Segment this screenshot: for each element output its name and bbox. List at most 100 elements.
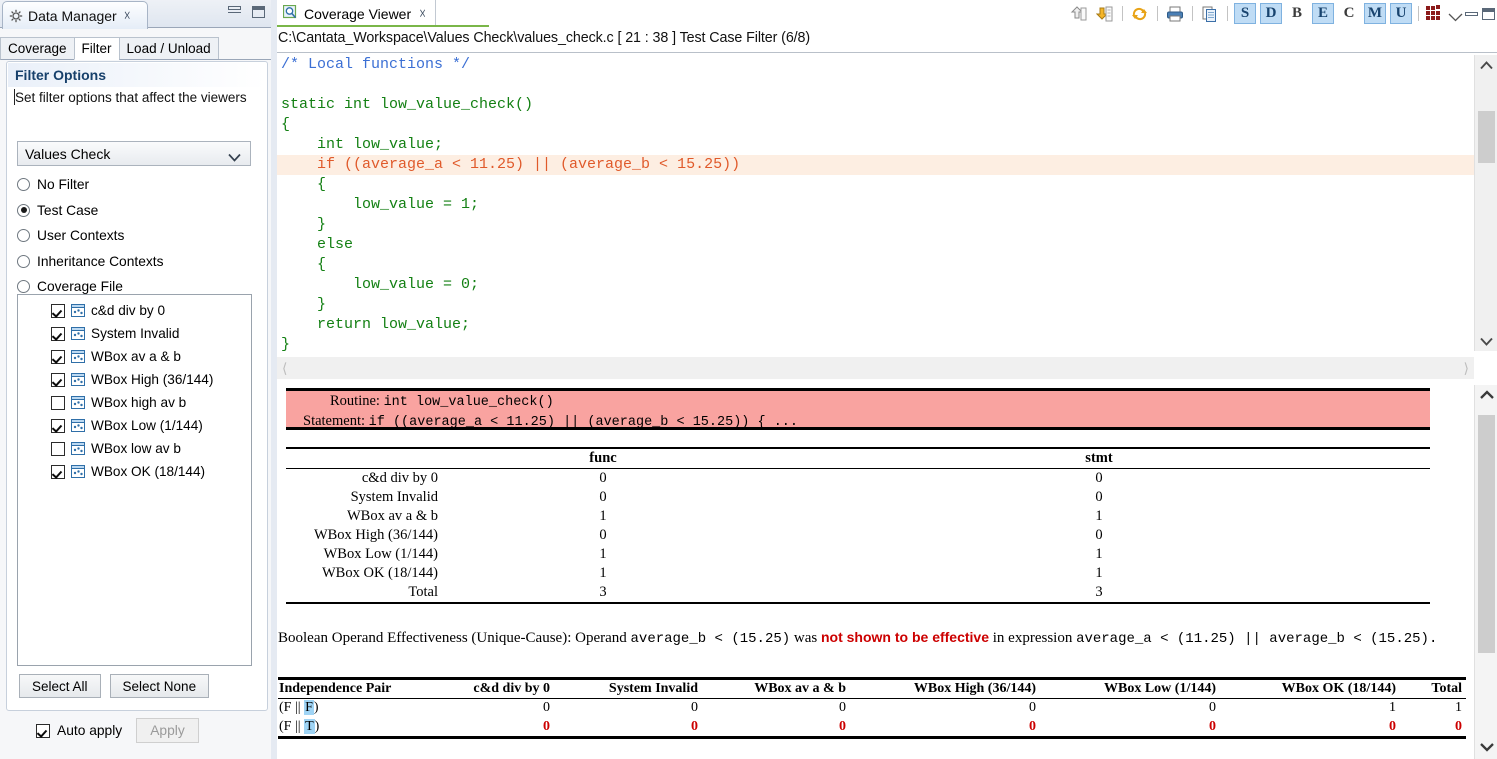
auto-apply-checkbox[interactable] — [36, 723, 50, 738]
coverage-summary-table: func stmt c&d div by 0 0 0 System Invali… — [286, 447, 1430, 604]
header-wbox-high: WBox High (36/144) — [864, 677, 1054, 699]
radio-indicator — [17, 229, 30, 243]
code-vertical-scrollbar[interactable] — [1474, 55, 1497, 351]
scroll-up-arrow[interactable] — [1475, 55, 1497, 75]
minimize-button[interactable] — [228, 6, 241, 13]
cell-value: 0 — [428, 717, 568, 739]
subtab-load-unload[interactable]: Load / Unload — [118, 37, 219, 60]
list-item[interactable]: WBox high av b — [18, 391, 251, 414]
tab-active-underline — [277, 25, 489, 27]
scroll-right-arrow[interactable]: ⟩ — [1464, 360, 1469, 377]
checkbox[interactable] — [51, 418, 65, 433]
subtab-filter[interactable]: Filter — [73, 37, 120, 60]
coverage-viewer-panel: Coverage Viewer ☓ S D B E C M U C:\Canta… — [277, 0, 1497, 759]
radio-no-filter[interactable]: No Filter — [17, 172, 164, 198]
toggle-mcdc-coverage[interactable]: M — [1364, 3, 1386, 24]
toggle-unique-cause-coverage[interactable]: U — [1390, 3, 1412, 24]
statement-value: if ((average_a < 11.25) || (average_b < … — [368, 415, 799, 430]
radio-inheritance-contexts[interactable]: Inheritance Contexts — [17, 249, 164, 275]
data-manager-tab-header: Data Manager ☓ — [0, 0, 273, 29]
toggle-statement-coverage[interactable]: S — [1234, 3, 1256, 24]
chevron-down-icon — [228, 149, 241, 165]
refresh-sync-icon[interactable] — [1129, 3, 1151, 24]
checkbox[interactable] — [51, 372, 65, 387]
view-menu-chevron-icon[interactable] — [1448, 10, 1463, 21]
checkbox[interactable] — [51, 441, 65, 456]
list-item-label: System Invalid — [91, 326, 180, 341]
close-icon[interactable]: ☓ — [124, 9, 131, 22]
tab-data-manager[interactable]: Data Manager ☓ — [2, 1, 148, 29]
subtab-filler — [217, 37, 271, 60]
list-item-label: WBox low av b — [91, 441, 181, 456]
print-icon[interactable] — [1164, 3, 1186, 24]
minimize-button[interactable] — [1465, 11, 1478, 16]
list-item[interactable]: c&d div by 0 — [18, 299, 251, 322]
cell-func: 1 — [599, 508, 607, 524]
independence-pair-table: Independence Pair c&d div by 0 System In… — [278, 677, 1466, 739]
code-line: low_value = 1; — [281, 196, 480, 213]
radio-user-contexts[interactable]: User Contexts — [17, 223, 164, 249]
cell-func: 0 — [599, 489, 607, 505]
checkbox[interactable] — [51, 349, 65, 364]
be-emphasis: not shown to be effective — [820, 629, 989, 645]
subtab-coverage[interactable]: Coverage — [0, 37, 75, 60]
export-down-icon[interactable] — [1094, 3, 1116, 24]
scroll-down-arrow[interactable] — [1475, 331, 1497, 351]
import-up-icon[interactable] — [1068, 3, 1090, 24]
copy-icon[interactable] — [1199, 3, 1221, 24]
checkbox[interactable] — [51, 303, 65, 318]
maximize-button[interactable] — [252, 6, 265, 18]
toggle-call-coverage[interactable]: C — [1338, 3, 1360, 24]
tab-coverage-viewer[interactable]: Coverage Viewer ☓ — [277, 0, 437, 27]
toolbar-separator — [1227, 6, 1228, 21]
cell-stmt: 1 — [1095, 565, 1103, 581]
cell-func: 3 — [438, 583, 768, 604]
grid-view-icon[interactable] — [1425, 5, 1444, 22]
apply-button[interactable]: Apply — [136, 718, 199, 743]
be-middle2: in expression — [989, 630, 1077, 646]
scroll-down-arrow[interactable] — [1475, 737, 1497, 757]
header-cd-div-by-0: c&d div by 0 — [428, 677, 568, 699]
list-item[interactable]: System Invalid — [18, 322, 251, 345]
scroll-up-arrow[interactable] — [1475, 385, 1497, 405]
row-label: WBox OK (18/144) — [322, 565, 438, 581]
table-row: WBox Low (1/144) 1 1 — [286, 545, 1430, 564]
maximize-button[interactable] — [1482, 7, 1495, 20]
header-wbox-low: WBox Low (1/144) — [1054, 677, 1234, 699]
cell-stmt: 0 — [1095, 470, 1103, 486]
filter-options-box: Filter Options Set filter options that a… — [6, 61, 268, 711]
path-divider — [277, 52, 1497, 53]
application-window: Data Manager ☓ Coverage Filter Load / Un… — [0, 0, 1497, 759]
results-vertical-scrollbar[interactable] — [1474, 385, 1497, 759]
cell-stmt: 0 — [1095, 527, 1103, 543]
list-item[interactable]: WBox av a & b — [18, 345, 251, 368]
select-all-button[interactable]: Select All — [19, 674, 101, 698]
test-case-list[interactable]: c&d div by 0 System Invalid WBox av a & … — [17, 294, 252, 666]
scroll-thumb[interactable] — [1478, 415, 1495, 653]
pair-suffix: ) — [314, 718, 320, 734]
cell-stmt: 1 — [1095, 508, 1103, 524]
scroll-thumb[interactable] — [1478, 111, 1495, 163]
list-item[interactable]: WBox Low (1/144) — [18, 414, 251, 437]
list-item[interactable]: WBox OK (18/144) — [18, 460, 251, 483]
code-horizontal-scrollbar[interactable]: ⟨ ⟩ — [277, 357, 1474, 379]
checkbox[interactable] — [51, 395, 65, 410]
filter-scope-select[interactable]: Values Check — [17, 141, 251, 166]
toggle-entry-point-coverage[interactable]: E — [1312, 3, 1334, 24]
cell-total: 1 — [1455, 700, 1462, 716]
close-icon[interactable]: ☓ — [419, 7, 426, 20]
toggle-decision-coverage[interactable]: D — [1260, 3, 1282, 24]
radio-test-case[interactable]: Test Case — [17, 198, 164, 224]
scroll-left-arrow[interactable]: ⟨ — [282, 360, 287, 377]
select-none-button[interactable]: Select None — [109, 674, 210, 698]
pane-splitter[interactable] — [277, 381, 1474, 383]
checkbox[interactable] — [51, 326, 65, 341]
cell-func: 0 — [599, 527, 607, 543]
radio-indicator — [17, 280, 30, 294]
source-code-view[interactable]: /* Local functions */ static int low_val… — [277, 55, 1474, 355]
list-item[interactable]: WBox low av b — [18, 437, 251, 460]
toggle-boolean-coverage[interactable]: B — [1286, 3, 1308, 24]
checkbox[interactable] — [51, 464, 65, 479]
list-item[interactable]: WBox High (36/144) — [18, 368, 251, 391]
